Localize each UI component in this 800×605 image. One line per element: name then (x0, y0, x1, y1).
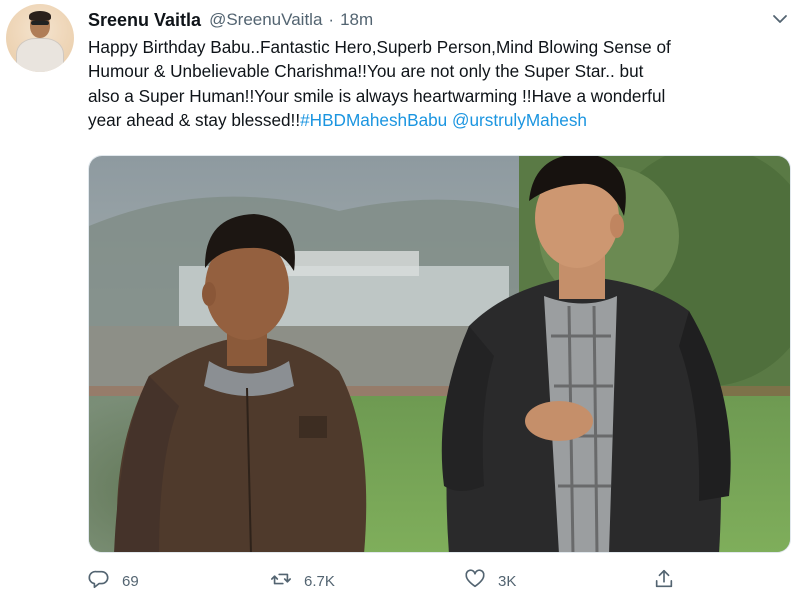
reply-icon (88, 568, 110, 594)
like-count: 3K (498, 572, 517, 590)
author-name[interactable]: Sreenu Vaitla (88, 10, 201, 31)
share-icon (653, 568, 675, 594)
retweet-icon (270, 568, 292, 594)
tweet-text: Happy Birthday Babu..Fantastic Hero,Supe… (88, 35, 788, 132)
heart-icon (464, 568, 486, 594)
hashtag-link[interactable]: #HBDMaheshBabu (300, 110, 447, 130)
retweet-button[interactable]: 6.7K (270, 565, 335, 597)
tweet-text-line: year ahead & stay blessed!!#HBDMaheshBab… (88, 108, 788, 132)
tweet-text-line: Humour & Unbelievable Charishma!!You are… (88, 61, 644, 82)
tweet-actions: 69 6.7K 3K (88, 565, 788, 597)
avatar[interactable] (6, 4, 74, 72)
tweet-text-line: Happy Birthday Babu..Fantastic Hero,Supe… (88, 37, 671, 57)
tweet-text-fragment: year ahead & stay blessed!! (88, 109, 301, 130)
tweet-photo[interactable] (88, 155, 791, 553)
reply-button[interactable]: 69 (88, 565, 139, 597)
chevron-down-icon[interactable] (772, 11, 788, 27)
like-button[interactable]: 3K (464, 565, 516, 597)
author-handle[interactable]: @SreenuVaitla (209, 10, 322, 30)
tweet-text-line: also a Super Human!!Your smile is always… (88, 85, 666, 106)
separator-dot: · (328, 10, 335, 29)
retweet-count: 6.7K (304, 572, 335, 590)
tweet: Sreenu Vaitla @SreenuVaitla · 18m Happy … (0, 0, 800, 605)
tweet-timestamp[interactable]: 18m (340, 10, 373, 30)
share-button[interactable] (653, 565, 675, 597)
reply-count: 69 (122, 572, 139, 590)
tweet-header: Sreenu Vaitla @SreenuVaitla · 18m (88, 7, 373, 33)
mention-link[interactable]: @urstrulyMahesh (452, 110, 587, 130)
